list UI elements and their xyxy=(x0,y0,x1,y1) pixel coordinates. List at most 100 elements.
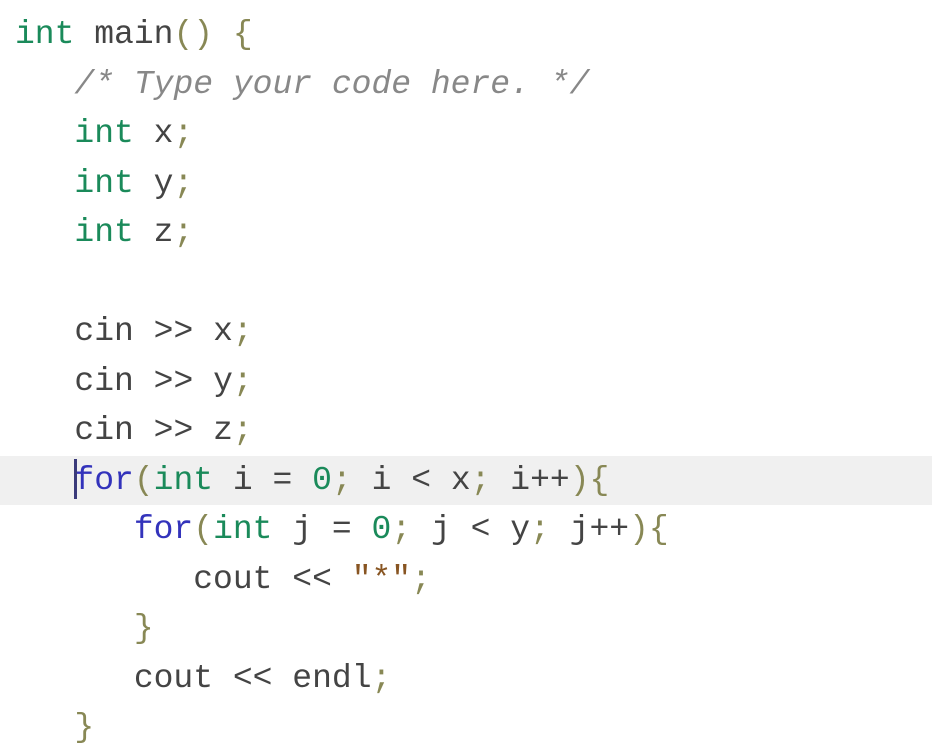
space xyxy=(292,462,312,499)
extraction-operator: >> xyxy=(154,363,194,400)
space xyxy=(134,214,154,251)
code-line-13[interactable]: } xyxy=(15,604,917,654)
code-line-14[interactable]: cout << endl; xyxy=(15,654,917,704)
code-line-8[interactable]: cin >> y; xyxy=(15,357,917,407)
semicolon: ; xyxy=(173,115,193,152)
code-line-3[interactable]: int x; xyxy=(15,109,917,159)
semicolon: ; xyxy=(173,165,193,202)
function-main: main xyxy=(94,16,173,53)
comment: /* Type your code here. */ xyxy=(74,66,589,103)
keyword-for: for xyxy=(134,511,193,548)
space xyxy=(451,511,471,548)
variable-z: z xyxy=(213,412,233,449)
open-brace: { xyxy=(233,16,253,53)
code-editor[interactable]: int main() { /* Type your code here. */ … xyxy=(15,10,917,753)
indent xyxy=(15,115,74,152)
open-brace: { xyxy=(590,462,610,499)
variable-i: i xyxy=(233,462,253,499)
indent xyxy=(15,412,74,449)
equals: = xyxy=(273,462,293,499)
code-line-11[interactable]: for(int j = 0; j < y; j++){ xyxy=(15,505,917,555)
keyword-int: int xyxy=(213,511,272,548)
variable-x: x xyxy=(213,313,233,350)
space xyxy=(213,462,233,499)
space xyxy=(134,165,154,202)
space xyxy=(74,16,94,53)
space xyxy=(193,363,213,400)
equals: = xyxy=(332,511,352,548)
space xyxy=(352,511,372,548)
close-brace: } xyxy=(74,709,94,746)
variable-i: i xyxy=(510,462,530,499)
close-brace: } xyxy=(134,610,154,647)
indent xyxy=(15,165,74,202)
variable-y: y xyxy=(510,511,530,548)
semicolon: ; xyxy=(173,214,193,251)
number-zero: 0 xyxy=(312,462,332,499)
indent xyxy=(15,610,134,647)
space xyxy=(550,511,570,548)
space xyxy=(193,412,213,449)
cin: cin xyxy=(74,313,133,350)
semicolon: ; xyxy=(471,462,491,499)
semicolon: ; xyxy=(530,511,550,548)
keyword-int: int xyxy=(154,462,213,499)
open-brace: { xyxy=(649,511,669,548)
cout: cout xyxy=(134,660,213,697)
code-line-9[interactable]: cin >> z; xyxy=(15,406,917,456)
space xyxy=(134,363,154,400)
open-paren: ( xyxy=(134,462,154,499)
code-line-4[interactable]: int y; xyxy=(15,159,917,209)
space xyxy=(411,511,431,548)
close-paren: ) xyxy=(629,511,649,548)
insertion-operator: << xyxy=(233,660,273,697)
keyword-int: int xyxy=(74,214,133,251)
variable-j: j xyxy=(431,511,451,548)
space xyxy=(134,115,154,152)
space xyxy=(490,462,510,499)
string-literal: "*" xyxy=(352,561,411,598)
code-line-10-active[interactable]: for(int i = 0; i < x; i++){ xyxy=(0,456,932,506)
space xyxy=(490,511,510,548)
code-line-2[interactable]: /* Type your code here. */ xyxy=(15,60,917,110)
indent xyxy=(15,66,74,103)
space xyxy=(134,412,154,449)
indent xyxy=(15,660,134,697)
space xyxy=(272,660,292,697)
cin: cin xyxy=(74,412,133,449)
variable-j: j xyxy=(570,511,590,548)
space xyxy=(332,561,352,598)
indent xyxy=(15,709,74,746)
indent xyxy=(15,313,74,350)
variable-i: i xyxy=(372,462,392,499)
blank xyxy=(15,264,74,301)
variable-z: z xyxy=(154,214,174,251)
space xyxy=(272,561,292,598)
code-line-5[interactable]: int z; xyxy=(15,208,917,258)
variable-y: y xyxy=(213,363,233,400)
space xyxy=(134,313,154,350)
variable-x: x xyxy=(154,115,174,152)
indent xyxy=(15,363,74,400)
close-paren: ) xyxy=(193,16,213,53)
cin: cin xyxy=(74,363,133,400)
space xyxy=(272,511,292,548)
space xyxy=(352,462,372,499)
semicolon: ; xyxy=(233,313,253,350)
code-line-12[interactable]: cout << "*"; xyxy=(15,555,917,605)
semicolon: ; xyxy=(372,660,392,697)
increment: ++ xyxy=(530,462,570,499)
extraction-operator: >> xyxy=(154,412,194,449)
code-line-15[interactable]: } xyxy=(15,703,917,753)
number-zero: 0 xyxy=(372,511,392,548)
space xyxy=(391,462,411,499)
variable-j: j xyxy=(292,511,312,548)
space xyxy=(213,660,233,697)
code-line-1[interactable]: int main() { xyxy=(15,10,917,60)
space xyxy=(193,313,213,350)
code-line-6-blank[interactable] xyxy=(15,258,917,308)
keyword-int: int xyxy=(74,115,133,152)
code-line-7[interactable]: cin >> x; xyxy=(15,307,917,357)
open-paren: ( xyxy=(173,16,193,53)
keyword-for: for xyxy=(74,462,133,499)
